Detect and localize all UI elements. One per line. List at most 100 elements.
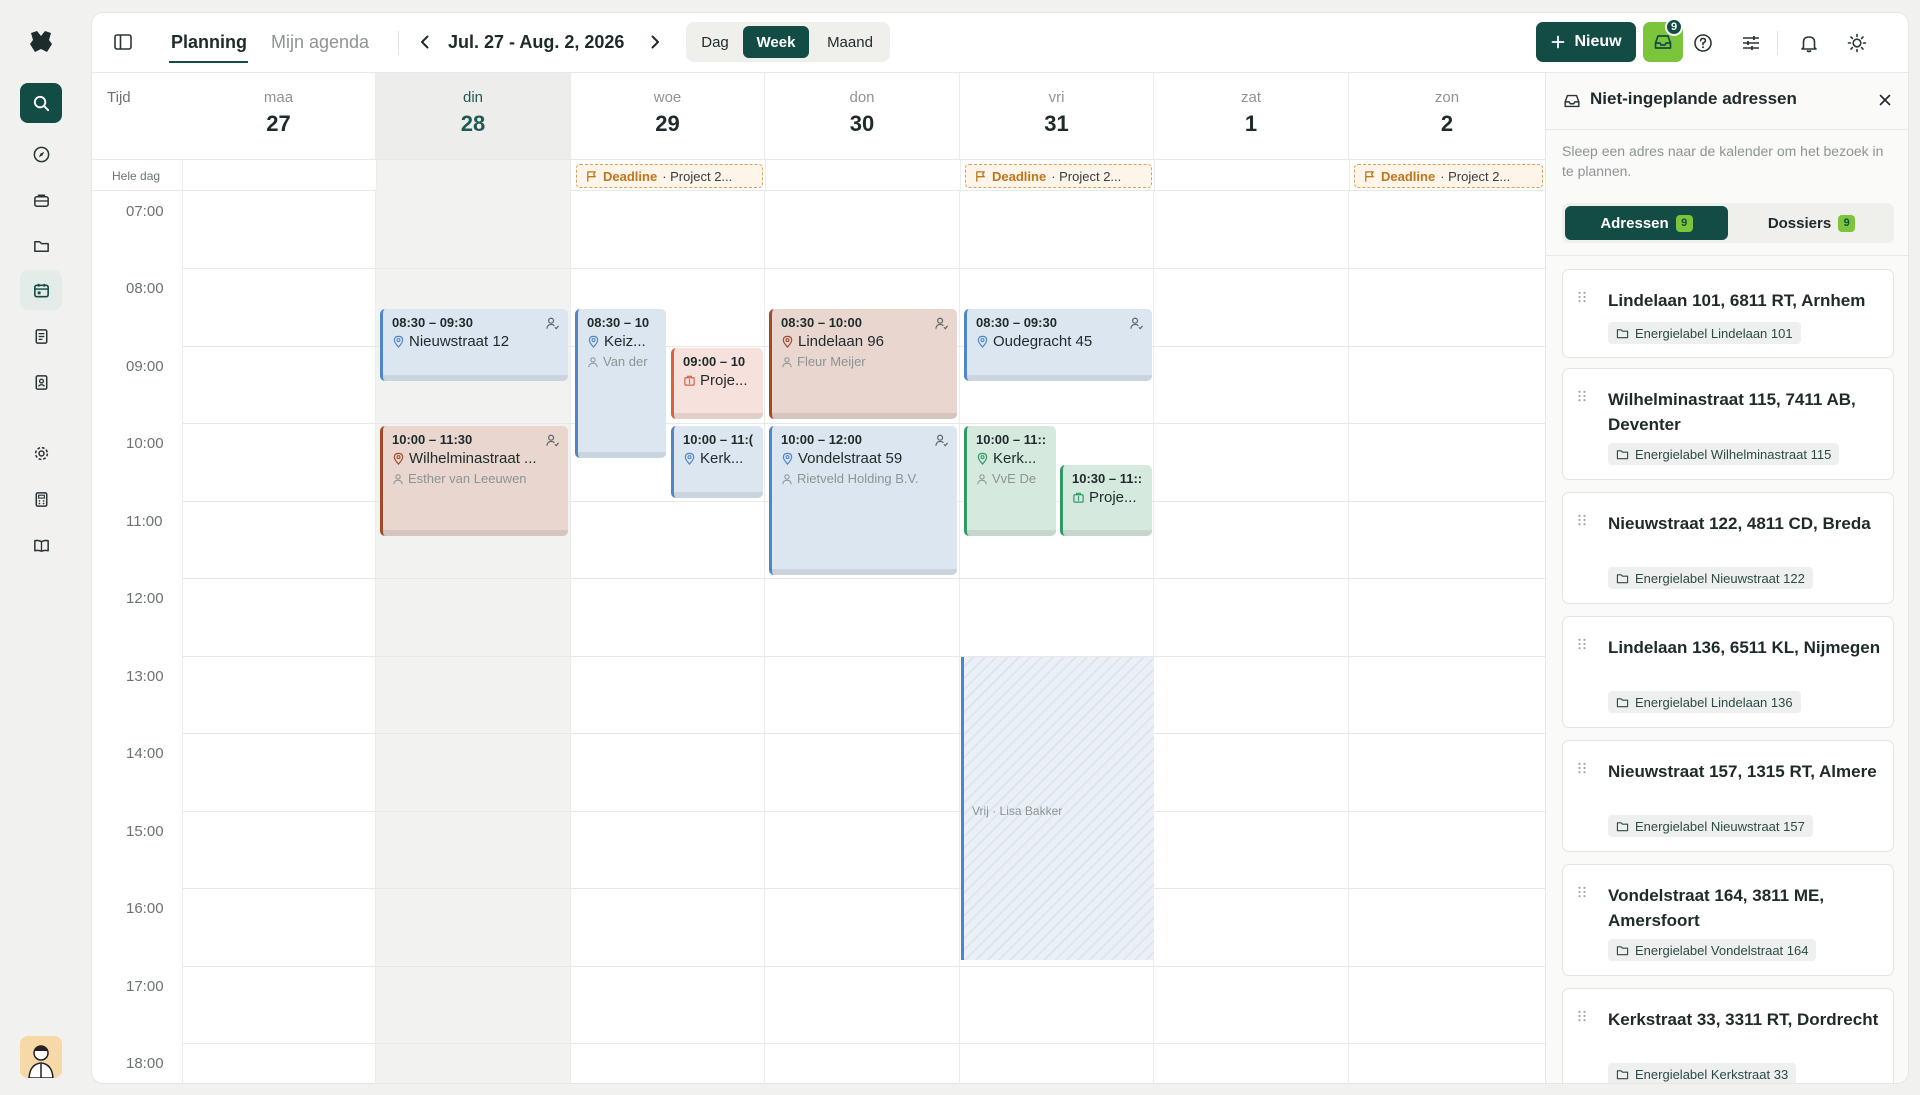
- sidebar-toggle-button[interactable]: [112, 31, 134, 53]
- jobs-nav-button[interactable]: [20, 180, 62, 220]
- close-panel-button[interactable]: [1873, 88, 1897, 112]
- tab-my-agenda[interactable]: Mijn agenda: [271, 32, 369, 53]
- assign-person-icon[interactable]: [934, 316, 949, 331]
- search-nav-button[interactable]: [20, 83, 62, 123]
- docs-nav-button[interactable]: [20, 525, 62, 565]
- address-card[interactable]: Wilhelminastraat 115, 7411 AB, Deventer …: [1562, 368, 1894, 480]
- calendar-event[interactable]: 08:30 – 10:00 Lindelaan 96 Fleur Meijer: [769, 309, 957, 419]
- contacts-nav-button[interactable]: [20, 362, 62, 402]
- notifications-button[interactable]: [1798, 32, 1820, 54]
- event-title-text: Keiz...: [604, 333, 646, 350]
- calendar-event[interactable]: 10:00 – 12:00 Vondelstraat 59 Rietveld H…: [769, 426, 957, 575]
- dossier-tag[interactable]: Energielabel Lindelaan 101: [1608, 322, 1801, 344]
- drag-handle-icon[interactable]: [1577, 761, 1587, 775]
- event-title-text: Proje...: [1089, 489, 1137, 506]
- time-grid[interactable]: 07:00 08:00 09:00 10:00 11:00 12:00 13:0…: [92, 191, 1545, 1083]
- dossier-tag[interactable]: Energielabel Nieuwstraat 122: [1608, 567, 1813, 589]
- hour-label: 09:00: [126, 358, 164, 375]
- drag-handle-icon[interactable]: [1577, 290, 1587, 304]
- folder-icon: [1616, 328, 1629, 338]
- day-header-wed[interactable]: woe 29: [571, 73, 765, 159]
- event-person-text: Rietveld Holding B.V.: [797, 471, 919, 486]
- help-button[interactable]: [1692, 32, 1714, 54]
- event-person-text: VvE De: [992, 471, 1037, 486]
- location-pin-icon: [782, 452, 793, 465]
- planning-nav-button[interactable]: [20, 270, 62, 310]
- day-number: 27: [266, 111, 291, 136]
- dossier-tag[interactable]: Energielabel Vondelstraat 164: [1608, 939, 1817, 961]
- day-column[interactable]: [182, 191, 376, 1083]
- dossier-tag-label: Energielabel Wilhelminastraat 115: [1635, 446, 1832, 462]
- deadline-event[interactable]: Deadline · Project 2...: [1354, 164, 1543, 188]
- assign-person-icon[interactable]: [934, 433, 949, 448]
- topbar-divider: [398, 31, 399, 55]
- panel-header: Niet-ingeplande adressen: [1546, 73, 1908, 129]
- view-day-button[interactable]: Dag: [690, 26, 740, 58]
- left-rail: [0, 0, 82, 1095]
- dossier-tag[interactable]: Energielabel Kerkstraat 33: [1608, 1063, 1797, 1083]
- app-logo-icon[interactable]: [27, 28, 55, 56]
- address-card[interactable]: Nieuwstraat 157, 1315 RT, Almere Energie…: [1562, 740, 1894, 852]
- day-header-tue[interactable]: din 28: [376, 73, 571, 159]
- deadline-event[interactable]: Deadline · Project 2...: [576, 164, 763, 188]
- assign-person-icon[interactable]: [1129, 316, 1144, 331]
- calendar-event[interactable]: 10:30 – 11:: Proje...: [1060, 465, 1152, 536]
- day-header-sat[interactable]: zat 1: [1154, 73, 1349, 159]
- assign-person-icon[interactable]: [545, 316, 560, 331]
- new-button[interactable]: Nieuw: [1536, 22, 1636, 62]
- tab-addresses[interactable]: Adressen 9: [1565, 206, 1728, 240]
- address-name: Lindelaan 101, 6811 RT, Arnhem: [1608, 291, 1866, 310]
- view-month-button[interactable]: Maand: [814, 26, 886, 58]
- calendar-event[interactable]: 10:00 – 11:30 Wilhelminastraat ... Esthe…: [380, 426, 568, 536]
- filters-button[interactable]: [1740, 32, 1762, 54]
- tab-dossiers[interactable]: Dossiers 9: [1732, 206, 1891, 240]
- event-person: Esther van Leeuwen: [392, 471, 568, 486]
- dossier-tag[interactable]: Energielabel Lindelaan 136: [1608, 691, 1801, 713]
- settings-nav-button[interactable]: [20, 433, 62, 473]
- address-card[interactable]: Lindelaan 136, 6511 KL, Nijmegen Energie…: [1562, 616, 1894, 728]
- user-avatar[interactable]: [20, 1036, 62, 1078]
- day-header-sun[interactable]: zon 2: [1349, 73, 1545, 159]
- address-card[interactable]: Kerkstraat 33, 3311 RT, Dordrecht Energi…: [1562, 988, 1894, 1083]
- day-name: zat: [1240, 89, 1261, 106]
- view-week-button[interactable]: Week: [743, 26, 809, 58]
- day-header-mon[interactable]: maa 27: [182, 73, 376, 159]
- day-header-fri[interactable]: vri 31: [960, 73, 1154, 159]
- deadline-text: · Project 2...: [1440, 168, 1511, 184]
- calculator-nav-button[interactable]: [20, 479, 62, 519]
- location-pin-icon: [684, 452, 695, 465]
- drag-handle-icon[interactable]: [1577, 1009, 1587, 1023]
- address-card[interactable]: Nieuwstraat 122, 4811 CD, Breda Energiel…: [1562, 492, 1894, 604]
- event-title-text: Wilhelminastraat ...: [409, 450, 537, 467]
- drag-handle-icon[interactable]: [1577, 885, 1587, 899]
- day-column[interactable]: [1349, 191, 1545, 1083]
- previous-week-button[interactable]: [414, 31, 436, 53]
- location-pin-icon: [782, 335, 793, 348]
- day-column[interactable]: [1154, 191, 1349, 1083]
- drag-handle-icon[interactable]: [1577, 389, 1587, 403]
- day-header-thu[interactable]: don 30: [765, 73, 960, 159]
- calendar-event[interactable]: 08:30 – 09:30 Oudegracht 45: [964, 309, 1152, 381]
- calendar-event[interactable]: 10:00 – 11:: Kerk... VvE De: [964, 426, 1056, 536]
- tab-planning[interactable]: Planning: [171, 32, 247, 53]
- calendar-event[interactable]: 10:00 – 11:( Kerk...: [671, 426, 763, 498]
- user-icon: [782, 356, 792, 367]
- availability-block[interactable]: Vrij · Lisa Bakker: [961, 657, 1154, 960]
- dashboard-nav-button[interactable]: [20, 134, 62, 174]
- address-card[interactable]: Lindelaan 101, 6811 RT, Arnhem Energiela…: [1562, 269, 1894, 358]
- dossiers-nav-button[interactable]: [20, 226, 62, 266]
- drag-handle-icon[interactable]: [1577, 513, 1587, 527]
- calendar-event[interactable]: 08:30 – 10 Keiz... Van der: [575, 309, 666, 458]
- dossier-tag[interactable]: Energielabel Nieuwstraat 157: [1608, 815, 1813, 837]
- next-week-button[interactable]: [644, 31, 666, 53]
- event-title-text: Kerk...: [993, 450, 1037, 467]
- deadline-event[interactable]: Deadline · Project 2...: [965, 164, 1152, 188]
- calendar-event[interactable]: 08:30 – 09:30 Nieuwstraat 12: [380, 309, 568, 381]
- theme-toggle-button[interactable]: [1846, 32, 1868, 54]
- dossier-tag[interactable]: Energielabel Wilhelminastraat 115: [1608, 443, 1840, 465]
- address-card[interactable]: Vondelstraat 164, 3811 ME, Amersfoort En…: [1562, 864, 1894, 976]
- drag-handle-icon[interactable]: [1577, 637, 1587, 651]
- assign-person-icon[interactable]: [545, 433, 560, 448]
- calendar-event[interactable]: 09:00 – 10 Proje...: [671, 348, 763, 419]
- reports-nav-button[interactable]: [20, 316, 62, 356]
